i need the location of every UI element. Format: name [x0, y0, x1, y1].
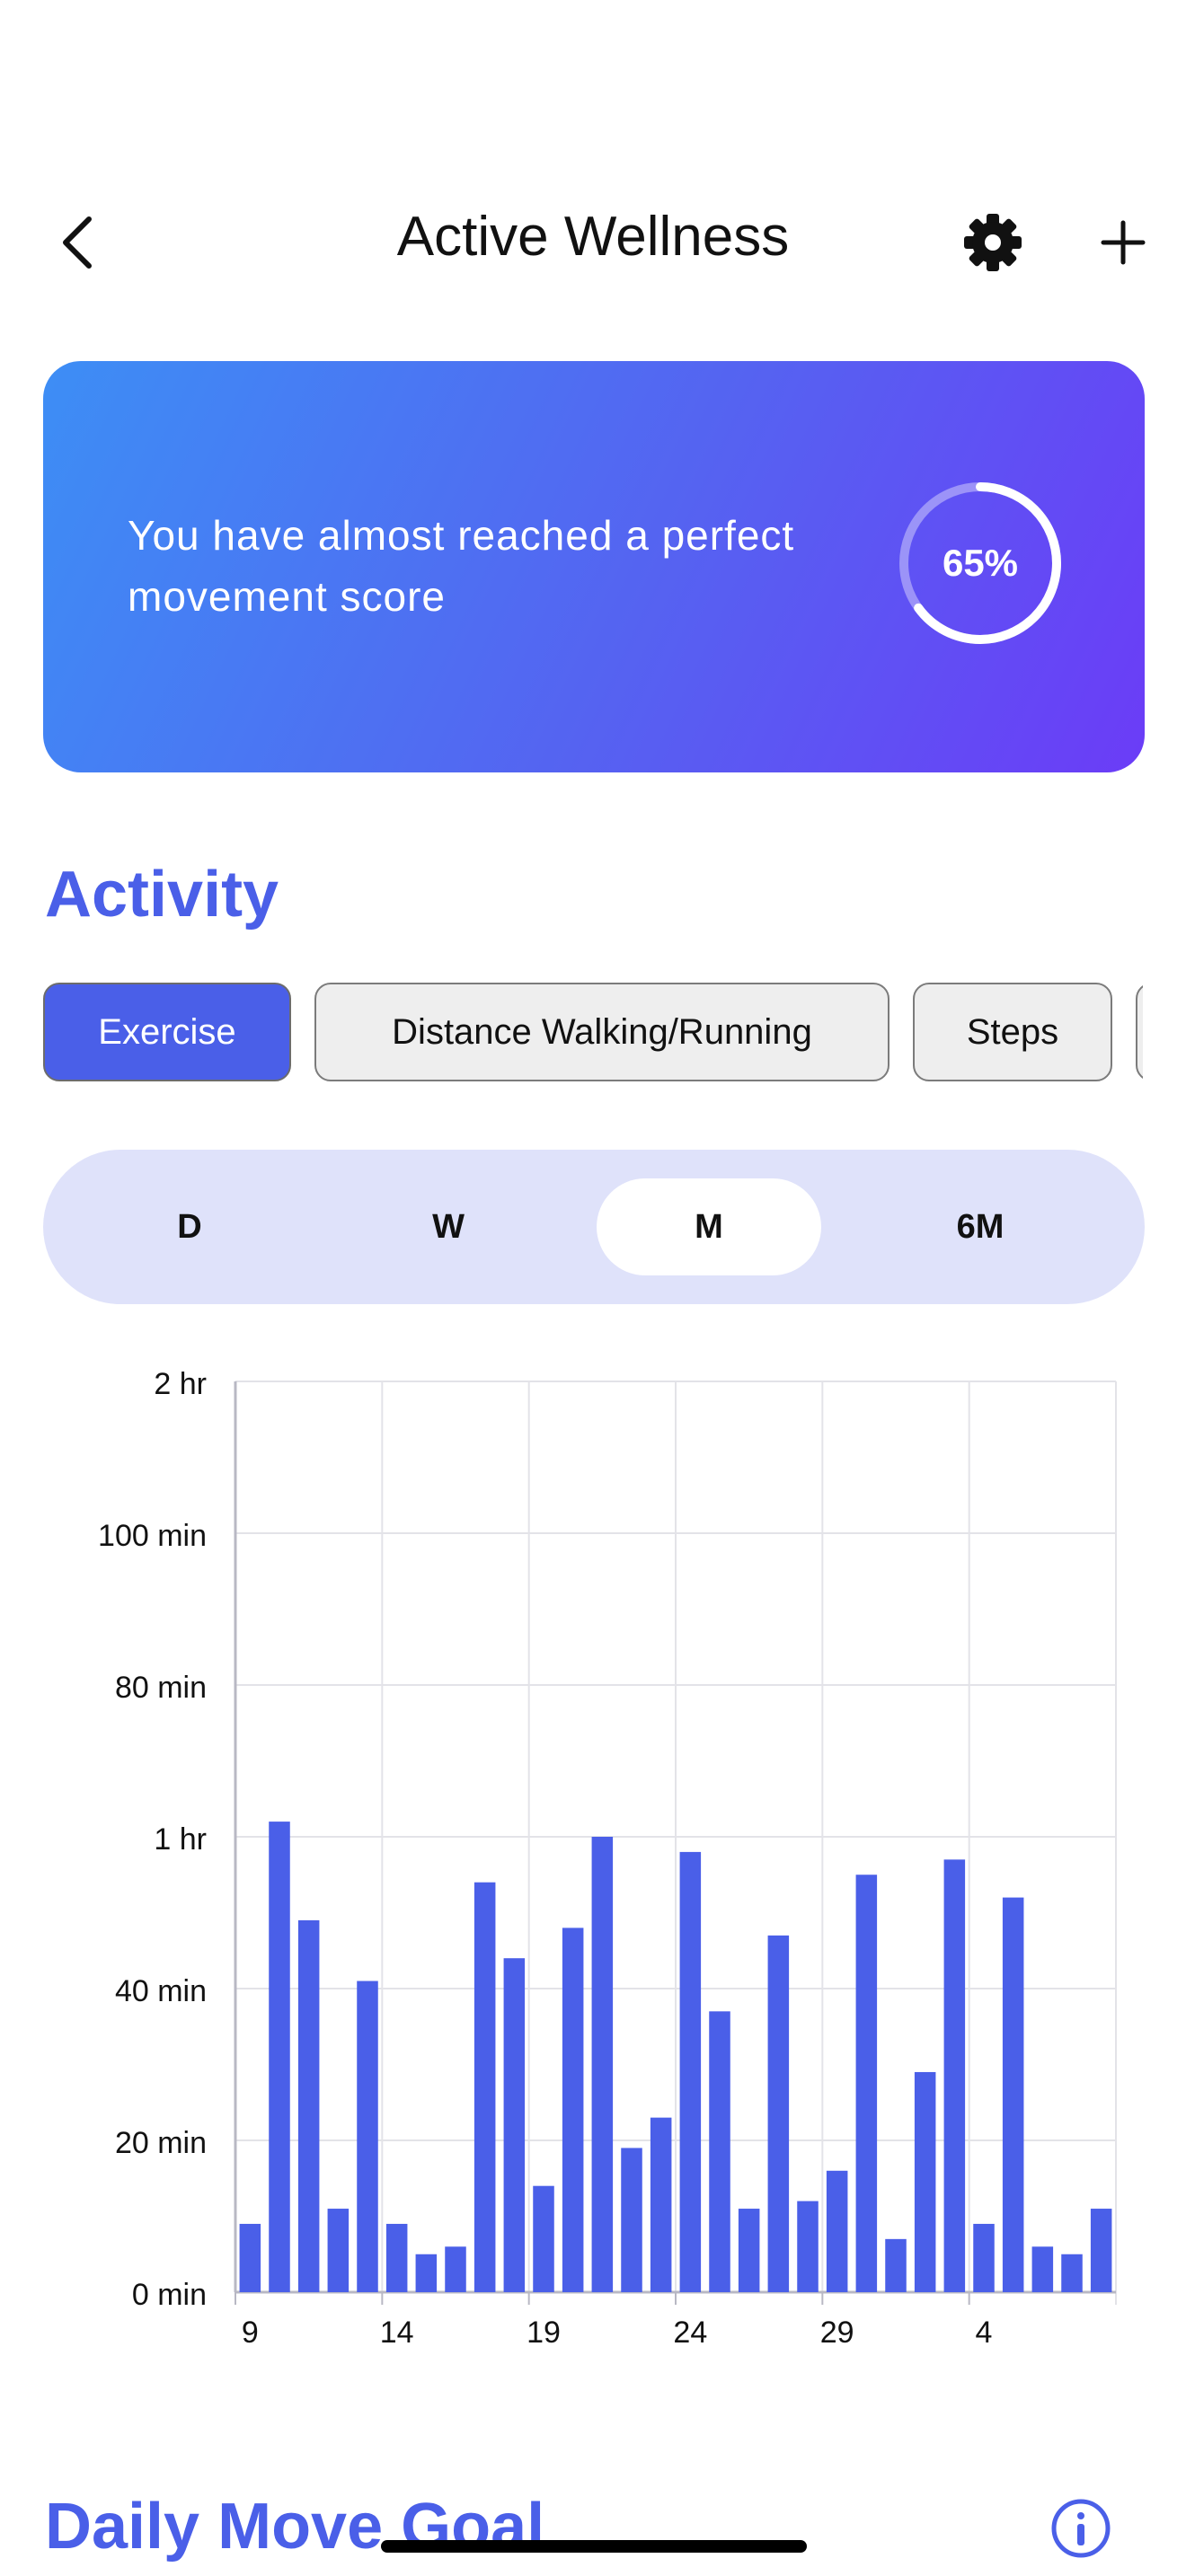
- chart-bar: [297, 1919, 320, 2292]
- chip-steps[interactable]: Steps: [913, 983, 1112, 1081]
- chart-bar: [1061, 2254, 1083, 2292]
- nav-header: Active Wellness: [0, 180, 1186, 305]
- chip-more[interactable]: [1136, 983, 1143, 1081]
- chart-bar: [826, 2170, 848, 2292]
- plus-icon: [1101, 220, 1146, 265]
- chart-bar: [562, 1928, 584, 2292]
- x-tick-label: 24: [673, 2316, 707, 2350]
- activity-title: Activity: [45, 859, 279, 931]
- chart-bar: [767, 1935, 790, 2292]
- chart-bar: [943, 1859, 966, 2292]
- chart-bar: [385, 2223, 408, 2292]
- chart-bar: [621, 2148, 642, 2292]
- chart-bar: [650, 2117, 672, 2292]
- chart-bar: [445, 2246, 466, 2292]
- x-tick-label: 14: [380, 2316, 414, 2350]
- chart-bar: [1002, 1897, 1024, 2292]
- chart-bar: [1090, 2209, 1112, 2292]
- chart-bar: [357, 1981, 378, 2292]
- score-percentage: 65%: [942, 542, 1019, 584]
- chart-bar: [855, 1875, 878, 2292]
- chart-bar: [914, 2071, 936, 2292]
- x-tick-label: 4: [976, 2316, 993, 2350]
- chart-bar: [709, 2011, 730, 2292]
- chart-bar: [415, 2254, 438, 2292]
- chip-distance-walking-running[interactable]: Distance Walking/Running: [314, 983, 890, 1081]
- banner-message: You have almost reached a perfect moveme…: [128, 512, 795, 620]
- x-tick-label: 29: [820, 2316, 854, 2350]
- y-tick-label: 2 hr: [154, 1367, 207, 1401]
- activity-type-chips: Exercise Distance Walking/Running Steps: [43, 981, 1143, 1085]
- add-button[interactable]: [1087, 207, 1159, 278]
- chart-bar: [591, 1837, 614, 2292]
- exercise-bar-chart: 0 min 20 min 40 min 1 hr 80 min 100 min 2 hr 9 1…: [0, 1347, 1186, 2371]
- chart-bar: [327, 2209, 350, 2292]
- chart-bar: [973, 2223, 995, 2292]
- chart-bar: [533, 2185, 554, 2292]
- home-indicator[interactable]: [381, 2540, 807, 2553]
- range-option-d[interactable]: D: [77, 1178, 302, 1275]
- page: Active Wellness You have almost reached …: [0, 0, 1186, 2576]
- x-tick-label: 19: [527, 2316, 561, 2350]
- info-button[interactable]: [1049, 2497, 1112, 2560]
- settings-button[interactable]: [954, 208, 1031, 277]
- chart-bar: [474, 1882, 496, 2292]
- y-tick-label: 40 min: [115, 1974, 207, 2008]
- y-tick-label: 100 min: [98, 1519, 207, 1553]
- chart-bar: [738, 2209, 760, 2292]
- chart-bar: [679, 1851, 702, 2292]
- chart-svg: 0 min 20 min 40 min 1 hr 80 min 100 min 2 hr 9 1…: [98, 1367, 1117, 2350]
- range-option-w[interactable]: W: [336, 1178, 561, 1275]
- chart-bar: [269, 1822, 290, 2292]
- y-tick-label: 80 min: [115, 1671, 207, 1705]
- chip-exercise[interactable]: Exercise: [43, 983, 291, 1081]
- y-tick-label: 20 min: [115, 2126, 207, 2160]
- gear-icon: [964, 214, 1022, 271]
- movement-score-banner[interactable]: You have almost reached a perfect moveme…: [43, 361, 1145, 772]
- chart-bar: [885, 2238, 907, 2292]
- chart-bar: [239, 2223, 261, 2292]
- time-range-selector: D W M 6M: [43, 1150, 1145, 1304]
- y-tick-label: 0 min: [132, 2278, 207, 2312]
- range-option-6m[interactable]: 6M: [868, 1178, 1093, 1275]
- info-icon: [1051, 2499, 1111, 2558]
- x-tick-label: 9: [242, 2316, 259, 2350]
- y-tick-label: 1 hr: [154, 1822, 207, 1857]
- chart-bar: [503, 1958, 526, 2292]
- chart-bar: [1031, 2246, 1054, 2292]
- chart-bar: [797, 2201, 819, 2292]
- range-option-m[interactable]: M: [597, 1178, 821, 1275]
